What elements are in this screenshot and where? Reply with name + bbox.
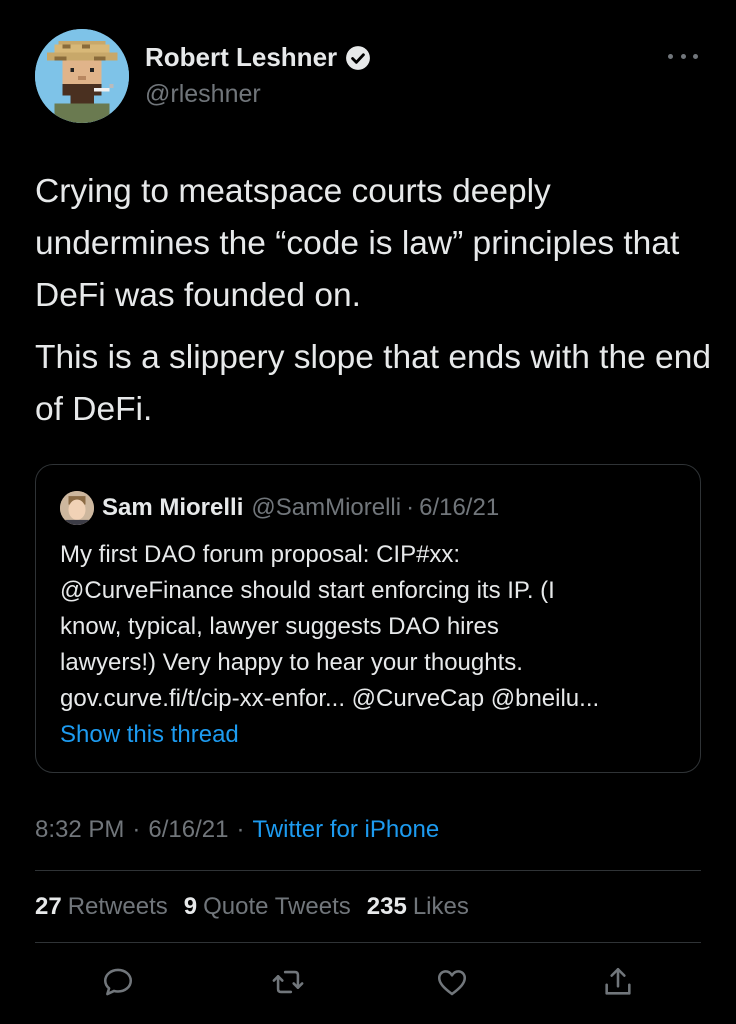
quote-tweets-label: Quote Tweets — [203, 893, 351, 920]
tweet-text: Crying to meatspace courts deeply underm… — [35, 166, 715, 446]
tweet-stats: 27 Retweets 9 Quote Tweets 235 Likes — [35, 893, 485, 921]
tweet-actions-bar — [0, 962, 736, 1002]
quote-tweets-count: 9 — [183, 893, 198, 920]
dot — [668, 53, 673, 59]
quoted-text-line: gov.curve.fi/t/cip-xx-enfor... @CurveCap… — [60, 685, 600, 712]
retweet-icon[interactable] — [268, 962, 308, 1002]
verified-badge-icon — [345, 45, 371, 71]
show-thread-link[interactable]: Show this thread — [60, 721, 239, 749]
retweets-count: 27 — [35, 893, 62, 920]
likes-stat[interactable]: 235 Likes — [367, 893, 469, 921]
quoted-author-handle: @SamMiorelli — [251, 494, 402, 521]
tweet-meta: 8:32 PM · 6/16/21 · Twitter for iPhone — [35, 816, 439, 844]
author-avatar[interactable] — [35, 29, 129, 123]
quoted-tweet-text: My first DAO forum proposal: CIP#xx: @Cu… — [60, 537, 690, 717]
tweet-detail-view: Robert Leshner @rleshner Crying to meats… — [0, 0, 736, 1024]
likes-label: Likes — [412, 893, 469, 920]
separator-dot: · — [236, 816, 245, 843]
author-name[interactable]: Robert Leshner — [145, 42, 337, 73]
tweet-time: 8:32 PM — [35, 816, 125, 843]
quoted-avatar-image — [60, 491, 94, 525]
tweet-paragraph: This is a slippery slope that ends with … — [35, 339, 711, 428]
quoted-text-line: know, typical, lawyer suggests DAO hires — [60, 613, 499, 640]
quoted-text-line: @CurveFinance should start enforcing its… — [60, 577, 555, 604]
tweet-date: 6/16/21 — [148, 816, 229, 843]
quoted-author-avatar — [60, 491, 94, 525]
like-icon[interactable] — [432, 962, 472, 1002]
likes-count: 235 — [366, 893, 407, 920]
divider — [35, 942, 701, 943]
quoted-tweet-card[interactable]: Sam Miorelli @SamMiorelli · 6/16/21 My f… — [35, 464, 701, 773]
quoted-text-line: My first DAO forum proposal: CIP#xx: — [60, 541, 461, 568]
quoted-text-line: lawyers!) Very happy to hear your though… — [60, 649, 523, 676]
dot — [693, 53, 698, 59]
retweets-label: Retweets — [67, 893, 168, 920]
quoted-tweet-date: 6/16/21 — [419, 494, 500, 521]
author-name-row[interactable]: Robert Leshner — [145, 42, 371, 73]
separator-dot: · — [406, 494, 415, 521]
retweets-stat[interactable]: 27 Retweets — [35, 893, 168, 921]
author-handle[interactable]: @rleshner — [145, 80, 261, 109]
tweet-source-link[interactable]: Twitter for iPhone — [252, 816, 439, 844]
pixel-avatar-image — [35, 29, 129, 123]
share-icon[interactable] — [598, 962, 638, 1002]
tweet-paragraph: Crying to meatspace courts deeply underm… — [35, 173, 680, 314]
divider — [35, 870, 701, 871]
quoted-tweet-header: Sam Miorelli @SamMiorelli · 6/16/21 — [60, 491, 499, 525]
reply-icon[interactable] — [98, 962, 138, 1002]
separator-dot: · — [132, 816, 141, 843]
quoted-author-name: Sam Miorelli — [102, 494, 244, 521]
quote-tweets-stat[interactable]: 9 Quote Tweets — [184, 893, 351, 921]
more-options-icon[interactable] — [668, 46, 698, 66]
dot — [680, 53, 686, 59]
